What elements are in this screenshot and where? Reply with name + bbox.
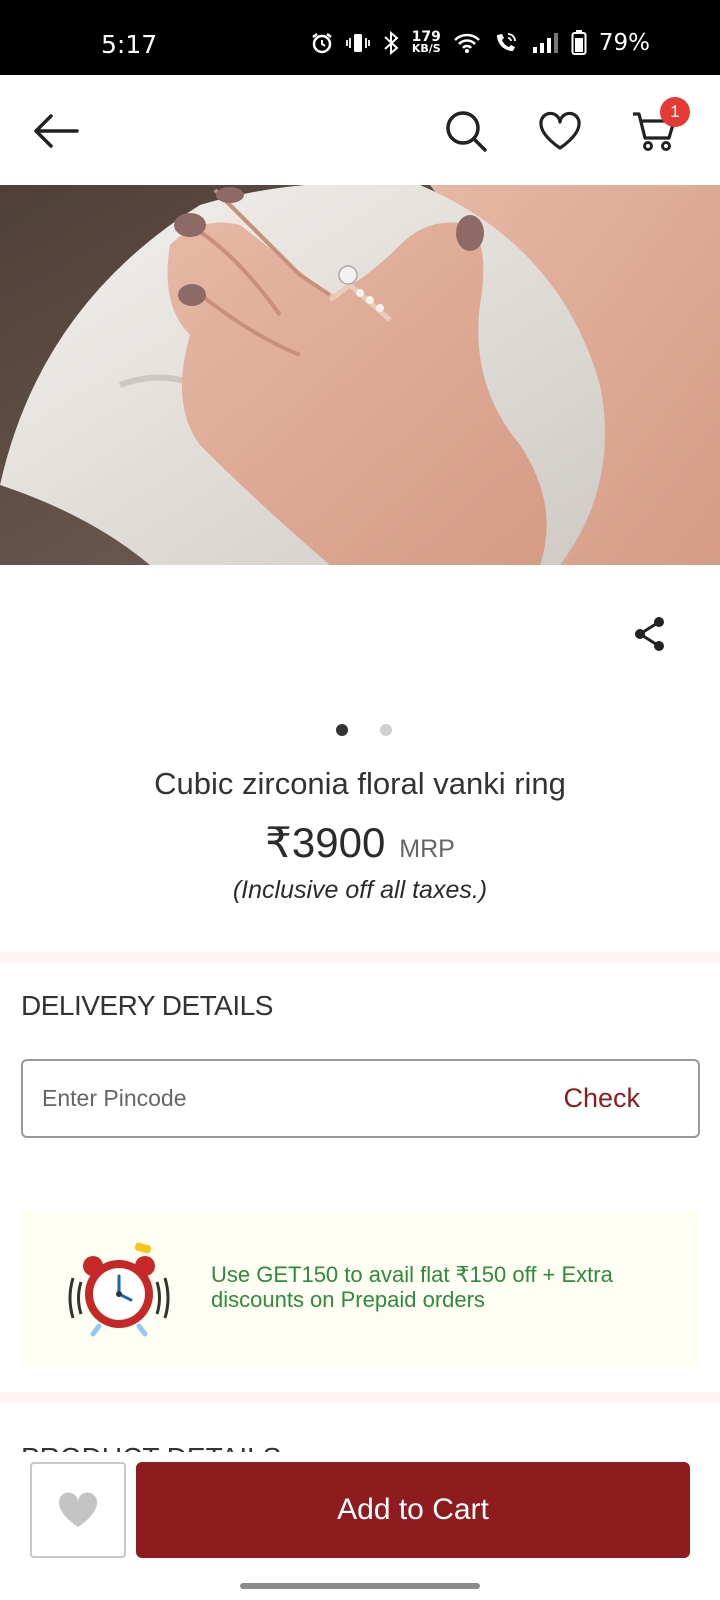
image-carousel-dots: [0, 724, 720, 736]
cart-button[interactable]: 1: [624, 97, 690, 161]
tax-note: (Inclusive off all taxes.): [232, 876, 488, 904]
wifi-icon: [453, 32, 481, 54]
signal-icon: [531, 32, 559, 54]
app-header: 1: [0, 75, 720, 185]
status-time: 5:17: [101, 30, 158, 59]
bottom-action-bar: Add to Cart: [0, 1452, 720, 1600]
section-divider: [0, 952, 720, 962]
status-icons: 179 KB/S 79%: [310, 30, 650, 56]
product-price: ₹3900: [265, 819, 386, 866]
product-image[interactable]: [0, 185, 720, 565]
status-bar: 5:17 179 KB/S 79%: [0, 0, 720, 75]
offer-card: Use GET150 to avail flat ₹150 off + Extr…: [19, 1210, 700, 1368]
wishlist-button[interactable]: [530, 101, 590, 161]
share-icon: [635, 617, 664, 651]
battery-percent: 79%: [598, 30, 650, 56]
search-icon: [446, 111, 487, 152]
bluetooth-icon: [382, 31, 400, 55]
delivery-details-heading: DELIVERY DETAILS: [21, 990, 273, 1021]
alarm-clock-icon: [68, 1242, 170, 1337]
product-title: Cubic zirconia floral vanki ring: [154, 766, 566, 801]
product-photo-illustration: [0, 185, 720, 565]
section-divider-2: [0, 1392, 720, 1402]
price-row: ₹3900 MRP: [0, 818, 720, 867]
arrow-left-icon: [34, 114, 79, 148]
pincode-box: Check: [21, 1059, 700, 1138]
carousel-dot-2[interactable]: [380, 724, 392, 736]
heart-filled-icon: [58, 1492, 98, 1527]
heart-icon: [539, 111, 581, 150]
network-speed-unit: KB/S: [411, 42, 441, 55]
share-button[interactable]: [628, 612, 672, 656]
offer-text: Use GET150 to avail flat ₹150 off + Extr…: [211, 1262, 613, 1312]
add-to-wishlist-button[interactable]: [30, 1462, 126, 1558]
home-indicator[interactable]: [240, 1583, 480, 1589]
battery-icon: [571, 30, 587, 56]
wifi-call-icon: [493, 31, 519, 55]
cart-badge: 1: [660, 97, 690, 127]
alarm-icon: [310, 31, 334, 55]
network-speed: 179 KB/S: [411, 30, 441, 55]
mrp-label: MRP: [399, 835, 455, 863]
carousel-dot-1[interactable]: [336, 724, 348, 736]
add-to-cart-button[interactable]: Add to Cart: [136, 1462, 690, 1558]
check-button[interactable]: Check: [563, 1083, 640, 1114]
search-button[interactable]: [436, 101, 496, 161]
back-button[interactable]: [26, 101, 86, 161]
vibrate-icon: [345, 31, 370, 55]
pincode-input[interactable]: [42, 1085, 462, 1112]
